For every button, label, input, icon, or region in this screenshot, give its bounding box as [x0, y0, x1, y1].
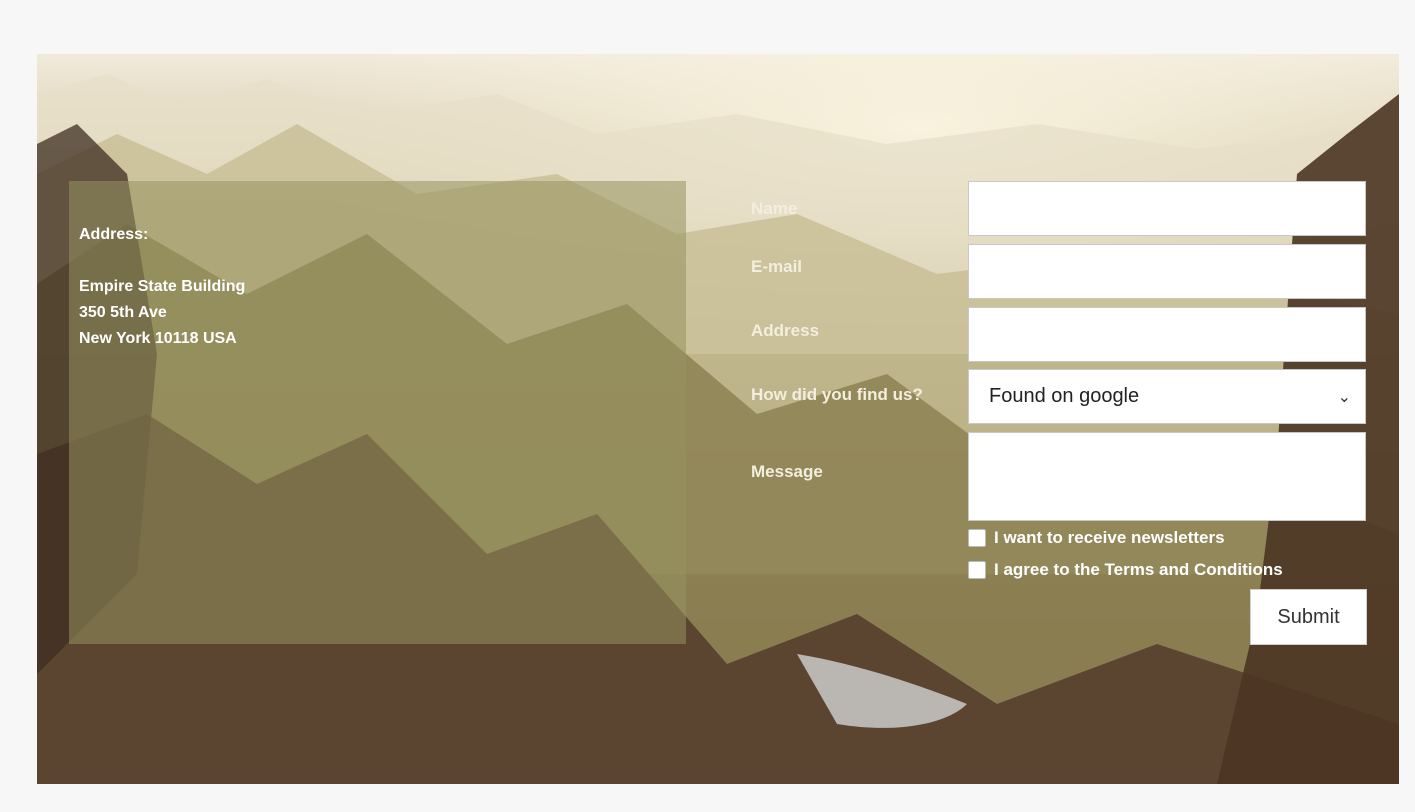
contact-card: Address: Empire State Building 350 5th A…	[37, 54, 1399, 784]
source-label: How did you find us?	[751, 385, 923, 404]
terms-checkbox-row[interactable]: I agree to the Terms and Conditions	[968, 560, 1283, 580]
address-field[interactable]	[968, 307, 1366, 362]
source-select[interactable]: Found on google ⌄	[968, 369, 1366, 424]
newsletter-label: I want to receive newsletters	[994, 528, 1225, 547]
address-line-2: 350 5th Ave	[79, 304, 167, 321]
message-field[interactable]	[968, 432, 1366, 521]
address-label: Address	[751, 321, 820, 340]
newsletter-checkbox-row[interactable]: I want to receive newsletters	[968, 528, 1225, 548]
message-label: Message	[751, 462, 823, 481]
email-label: E-mail	[751, 257, 803, 276]
address-heading: Address:	[79, 226, 149, 243]
terms-checkbox[interactable]	[968, 561, 986, 579]
source-selected-value: Found on google	[989, 385, 1140, 407]
address-block: Address: Empire State Building 350 5th A…	[79, 222, 245, 352]
submit-button[interactable]: Submit	[1250, 589, 1367, 645]
terms-label: I agree to the Terms and Conditions	[994, 560, 1283, 579]
address-line-1: Empire State Building	[79, 278, 246, 295]
name-field[interactable]	[968, 181, 1366, 236]
chevron-down-icon: ⌄	[1337, 388, 1351, 406]
name-label: Name	[751, 199, 798, 218]
newsletter-checkbox[interactable]	[968, 529, 986, 547]
email-field[interactable]	[968, 244, 1366, 299]
address-line-3: New York 10118 USA	[79, 330, 237, 347]
